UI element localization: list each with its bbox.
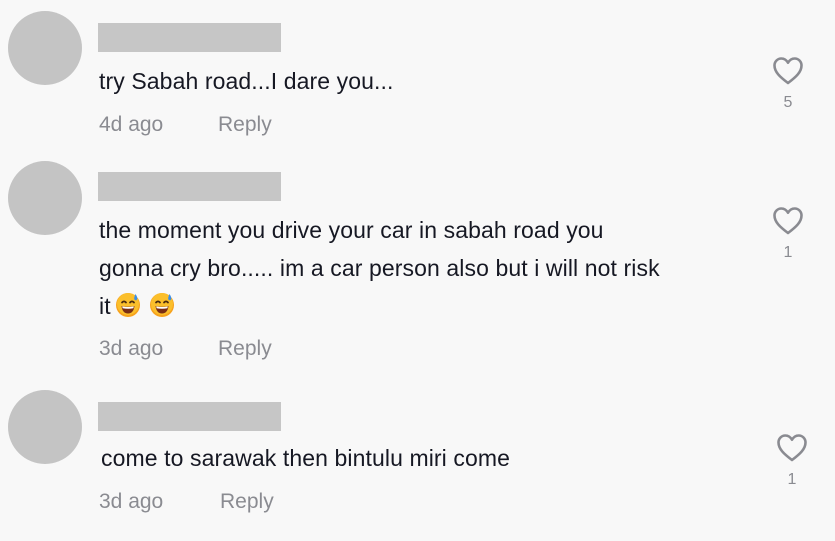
like-count: 1	[783, 244, 793, 261]
like-button[interactable]: 1	[768, 206, 808, 262]
comment-timestamp: 3d ago	[99, 490, 164, 513]
comment-meta: 4d ago Reply	[99, 113, 272, 137]
avatar[interactable]	[8, 390, 82, 464]
grinning-sweat-emoji	[115, 293, 140, 317]
comment-item: the moment you drive your car in sabah r…	[0, 150, 835, 380]
comment-meta: 3d ago Reply	[99, 490, 274, 514]
like-count: 5	[783, 94, 793, 111]
comment-text-line: the moment you drive your car in sabah r…	[99, 217, 604, 243]
reply-button[interactable]: Reply	[218, 337, 272, 361]
like-button[interactable]: 1	[772, 433, 812, 489]
reply-button[interactable]: Reply	[218, 113, 272, 137]
comment-timestamp: 4d ago	[99, 113, 164, 136]
comment-text: come to sarawak then bintulu miri come	[101, 445, 511, 471]
like-button[interactable]: 5	[768, 56, 808, 112]
heart-icon[interactable]	[772, 206, 804, 236]
comment-text: the moment you drive your car in sabah r…	[99, 211, 759, 325]
username-redacted[interactable]	[98, 402, 281, 431]
comment-text-line: gonna cry bro..... im a car person also …	[99, 255, 660, 281]
comment-item: try Sabah road...I dare you... 4d ago Re…	[0, 0, 835, 150]
avatar[interactable]	[8, 161, 82, 235]
grinning-sweat-emoji	[149, 293, 174, 317]
comment-meta: 3d ago Reply	[99, 337, 272, 361]
comment-text-line: it	[99, 287, 759, 325]
reply-button[interactable]: Reply	[220, 490, 274, 514]
username-redacted[interactable]	[98, 172, 281, 201]
comment-timestamp: 3d ago	[99, 337, 164, 360]
comment-item: come to sarawak then bintulu miri come 3…	[0, 380, 835, 541]
comment-text-fragment: it	[99, 293, 111, 319]
avatar[interactable]	[8, 11, 82, 85]
like-count: 1	[787, 471, 797, 488]
heart-icon[interactable]	[776, 433, 808, 463]
heart-icon[interactable]	[772, 56, 804, 86]
username-redacted[interactable]	[98, 23, 281, 52]
comment-text: try Sabah road...I dare you...	[99, 68, 394, 94]
